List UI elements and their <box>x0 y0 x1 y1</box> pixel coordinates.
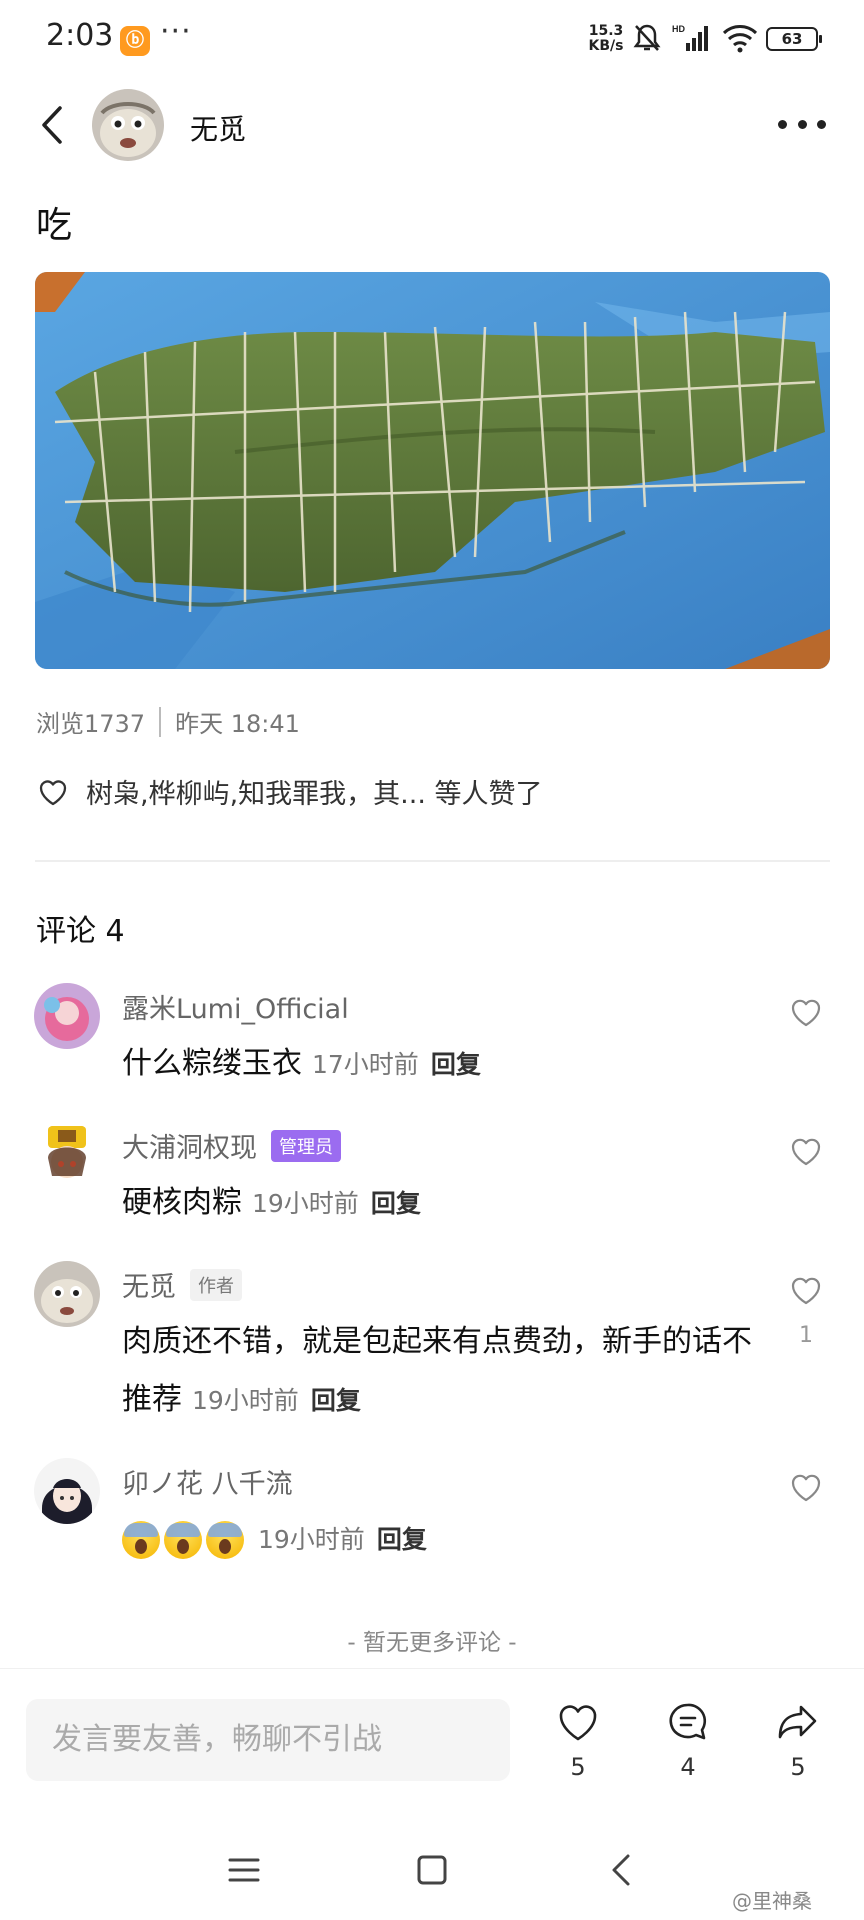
scream-emoji-icon <box>206 1520 244 1559</box>
comment-like-icon[interactable] <box>788 1470 824 1504</box>
reply-button[interactable]: 回复 <box>371 1189 421 1218</box>
reply-button[interactable]: 回复 <box>311 1386 361 1415</box>
comment-time: 19小时前 <box>258 1525 365 1554</box>
like-count: 5 <box>570 1753 586 1781</box>
mute-bell-icon <box>633 24 661 51</box>
comment-bubble-icon <box>669 1703 707 1740</box>
comment-text: 什么粽缕玉衣 <box>122 1046 302 1081</box>
network-speed: 15.3 KB/s <box>588 23 624 54</box>
commenter-name[interactable]: 无觅 作者 <box>122 1265 242 1304</box>
post-title: 吃 <box>36 205 73 246</box>
heart-icon <box>559 1705 597 1741</box>
comment-like-icon[interactable] <box>788 1273 824 1307</box>
status-icons: HD <box>632 22 758 54</box>
scream-emoji-icon <box>164 1520 202 1559</box>
status-time: 2:03 <box>46 18 114 53</box>
meta-divider <box>159 706 162 737</box>
comments-heading: 评论 4 <box>36 914 125 949</box>
more-notifications-icon: ··· <box>160 14 192 49</box>
admin-badge: 管理员 <box>271 1129 341 1162</box>
commenter-name[interactable]: 露米Lumi_Official <box>122 987 349 1026</box>
comment-button[interactable]: 4 <box>658 1699 718 1781</box>
share-arrow-icon <box>778 1705 817 1739</box>
commenter-avatar[interactable] <box>34 1261 100 1327</box>
bottom-action-bar: 发言要友善，畅聊不引战 5 4 5 <box>0 1668 864 1798</box>
commenter-name[interactable]: 卯ノ花 八千流 <box>122 1462 293 1501</box>
comment-count: 4 <box>680 1753 696 1781</box>
home-square-icon[interactable] <box>412 1850 452 1890</box>
scream-emoji-icon <box>122 1520 160 1559</box>
commenter-avatar[interactable] <box>34 983 100 1049</box>
comment-time: 19小时前 <box>252 1189 359 1218</box>
share-count: 5 <box>790 1753 806 1781</box>
no-more-comments: - 暂无更多评论 - <box>347 1630 517 1656</box>
watermark: @里神桑 <box>732 1889 812 1913</box>
post-header: 无觅 <box>0 80 864 170</box>
post-meta: 浏览1737 昨天 18:41 <box>36 704 300 739</box>
comment-body: 什么粽缕玉衣 17小时前 回复 <box>122 1035 772 1094</box>
comment-input[interactable]: 发言要友善，畅聊不引战 <box>26 1699 510 1781</box>
status-bar: 2:03 ⓑ ··· 15.3 KB/s HD 63 <box>0 0 864 80</box>
commenter-name[interactable]: 大浦洞权现 管理员 <box>122 1126 341 1165</box>
more-options-icon[interactable] <box>778 110 826 138</box>
commenter-avatar[interactable] <box>34 1458 100 1524</box>
comment-like-count: 1 <box>799 1323 813 1348</box>
likes-summary[interactable]: 树枭,桦柳屿,知我罪我，其... 等人赞了 <box>36 772 543 811</box>
app-notification-icon: ⓑ <box>120 26 150 56</box>
likes-text: 树枭,桦柳屿,知我罪我，其... 等人赞了 <box>86 779 543 810</box>
post-image[interactable] <box>35 272 830 669</box>
reply-button[interactable]: 回复 <box>431 1050 481 1079</box>
nav-back-icon[interactable] <box>602 1850 642 1890</box>
like-button[interactable]: 5 <box>548 1699 608 1781</box>
svg-text:HD: HD <box>672 24 685 34</box>
comment-like-icon[interactable] <box>788 1134 824 1168</box>
menu-icon[interactable] <box>224 1850 264 1890</box>
author-badge: 作者 <box>190 1268 242 1301</box>
comment-time: 17小时前 <box>312 1050 419 1079</box>
signal-icon: HD <box>672 24 708 51</box>
back-arrow-icon[interactable] <box>32 102 72 148</box>
author-avatar[interactable] <box>92 89 164 161</box>
comment-text: 硬核肉粽 <box>122 1185 242 1220</box>
comment-body: 硬核肉粽 19小时前 回复 <box>122 1174 772 1233</box>
comment-body: 19小时前 回复 <box>122 1510 772 1569</box>
section-divider <box>35 860 830 862</box>
author-name[interactable]: 无觅 <box>190 108 246 148</box>
comment-like-icon[interactable] <box>788 995 824 1029</box>
heart-outline-icon <box>39 779 67 805</box>
comment-time: 19小时前 <box>192 1386 299 1415</box>
reply-button[interactable]: 回复 <box>377 1525 427 1554</box>
wifi-icon <box>722 25 758 53</box>
battery-indicator: 63 <box>766 27 822 51</box>
share-button[interactable]: 5 <box>768 1699 828 1781</box>
comment-body: 肉质还不错，就是包起来有点费劲，新手的话不推荐 19小时前 回复 <box>122 1313 772 1430</box>
post-time: 昨天 18:41 <box>175 710 300 738</box>
view-count: 浏览1737 <box>36 710 146 738</box>
commenter-avatar[interactable] <box>34 1122 100 1188</box>
